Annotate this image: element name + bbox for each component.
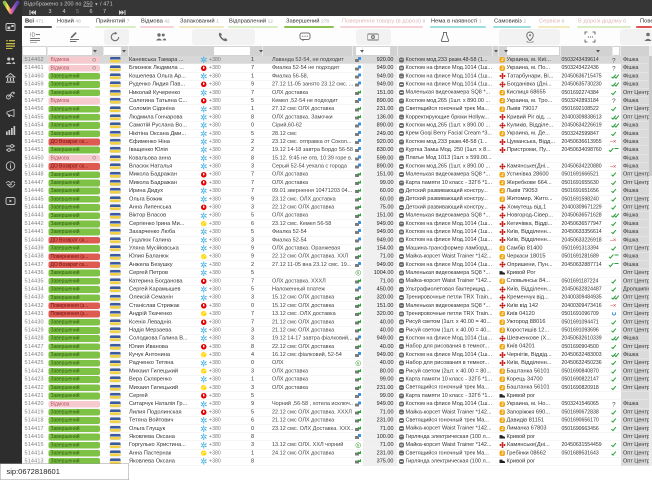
svg-text:ID: ID [30, 33, 36, 39]
